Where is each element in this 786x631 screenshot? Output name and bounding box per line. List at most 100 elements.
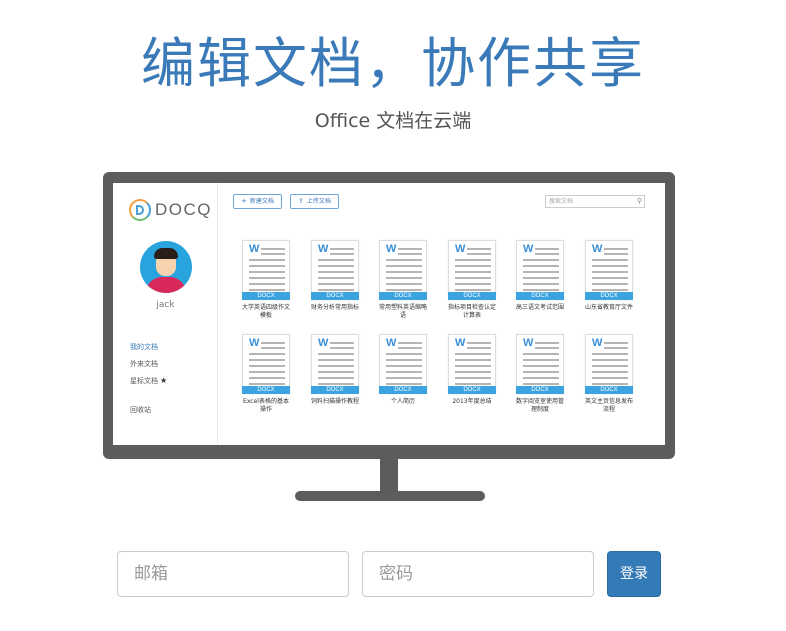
upload-icon: ⇪ [298, 197, 304, 205]
doc-title: 财务分析常用指标 [308, 304, 362, 312]
word-doc-icon: W DOCX [516, 240, 564, 300]
doc-letter: W [318, 243, 329, 255]
user-avatar [140, 241, 192, 293]
word-doc-icon: W DOCX [448, 334, 496, 394]
doc-title-line-1: 大学英语四级作文 [241, 304, 290, 311]
new-doc-button[interactable]: + 新建文档 [233, 194, 282, 209]
doc-item[interactable]: W DOCX 常用塑料英语缩略语 [376, 240, 430, 320]
doc-title-line-1: 指标项目检查认定 [447, 304, 496, 311]
doc-type-badge: DOCX [448, 386, 496, 394]
doc-search-input[interactable]: 搜索文档 ⚲ [545, 195, 645, 208]
doc-item[interactable]: W DOCX 高三语文考试范围 [513, 240, 567, 312]
doc-item[interactable]: W DOCX 2013年度总结 [445, 334, 499, 406]
doc-title-line-1: 数字阅览室使用管 [515, 398, 564, 405]
word-doc-icon: W DOCX [242, 240, 290, 300]
word-doc-icon: W DOCX [379, 334, 427, 394]
doc-title-line-2: 流程 [602, 406, 615, 413]
doc-title-line-1: 2013年度总结 [452, 398, 492, 405]
doc-type-badge: DOCX [585, 292, 633, 300]
monitor-stand-base [295, 491, 485, 501]
doc-title-line-1: 高三语文考试范围 [515, 304, 564, 311]
doc-item[interactable]: W DOCX 数字阅览室使用管 理制度 [513, 334, 567, 414]
doc-title-line-2: 语 [399, 312, 406, 319]
email-placeholder: 邮箱 [134, 564, 168, 584]
doc-type-badge: DOCX [242, 386, 290, 394]
word-doc-icon: W DOCX [585, 240, 633, 300]
hero-title: 编辑文档，协作共享 [141, 32, 645, 95]
search-placeholder: 搜索文档 [549, 198, 574, 205]
nav-starred-docs[interactable]: 星标文档 ★ [130, 376, 167, 386]
upload-doc-label: 上传文档 [306, 198, 331, 205]
login-button[interactable]: 登录 [607, 551, 661, 597]
nav-external-docs-label: 外来文档 [130, 360, 158, 368]
star-icon: ★ [160, 376, 168, 385]
doc-title: Excel表格的基本 操作 [239, 398, 293, 414]
doc-letter: W [592, 337, 603, 349]
logo-text: DOCQ [155, 200, 212, 219]
doc-letter: W [523, 337, 534, 349]
doc-letter: W [249, 337, 260, 349]
doc-title-line-1: 个人简历 [390, 398, 415, 405]
doc-type-badge: DOCX [311, 386, 359, 394]
doc-item[interactable]: W DOCX 山东省教育厅文件 [582, 240, 636, 312]
word-doc-icon: W DOCX [311, 240, 359, 300]
app-logo: DOCQ [129, 199, 212, 221]
doc-title-line-1: Excel表格的基本 [243, 398, 289, 405]
doc-type-badge: DOCX [448, 292, 496, 300]
doc-letter: W [455, 337, 466, 349]
word-doc-icon: W DOCX [379, 240, 427, 300]
doc-letter: W [386, 337, 397, 349]
doc-title-line-1: 财务分析常用指标 [310, 304, 359, 311]
doc-title: 山东省教育厅文件 [582, 304, 636, 312]
doc-letter: W [455, 243, 466, 255]
upload-doc-button[interactable]: ⇪ 上传文档 [290, 194, 339, 209]
app-screen: DOCQ jack 我的文档 外来文档 星标文档 ★ 回收站 + 新建文档 ⇪ 上传文… [113, 183, 665, 445]
doc-letter: W [592, 243, 603, 255]
doc-title-line-2: 计算表 [462, 312, 481, 319]
monitor-stand-neck [380, 458, 398, 492]
nav-external-docs[interactable]: 外来文档 [130, 359, 158, 369]
doc-title-line-1: 饲料扫描操作教程 [310, 398, 359, 405]
nav-my-docs[interactable]: 我的文档 [130, 342, 158, 352]
doc-type-badge: DOCX [516, 292, 564, 300]
doc-title: 数字阅览室使用管 理制度 [513, 398, 567, 414]
doc-title: 个人简历 [376, 398, 430, 406]
doc-item[interactable]: W DOCX 大学英语四级作文 模板 [239, 240, 293, 320]
doc-title-line-1: 英文主页信息发布 [584, 398, 633, 405]
doc-letter: W [523, 243, 534, 255]
doc-title-line-1: 常用塑料英语缩略 [378, 304, 427, 311]
doc-title: 饲料扫描操作教程 [308, 398, 362, 406]
doc-title: 大学英语四级作文 模板 [239, 304, 293, 320]
doc-type-badge: DOCX [516, 386, 564, 394]
nav-starred-docs-label: 星标文档 [130, 377, 158, 385]
doc-title: 指标项目检查认定 计算表 [445, 304, 499, 320]
doc-item[interactable]: W DOCX 指标项目检查认定 计算表 [445, 240, 499, 320]
doc-letter: W [249, 243, 260, 255]
doc-item[interactable]: W DOCX 饲料扫描操作教程 [308, 334, 362, 406]
doc-letter: W [386, 243, 397, 255]
doc-item[interactable]: W DOCX 财务分析常用指标 [308, 240, 362, 312]
app-sidebar: DOCQ jack 我的文档 外来文档 星标文档 ★ 回收站 [113, 183, 218, 445]
docq-logo-icon [129, 199, 151, 221]
password-placeholder: 密码 [379, 564, 413, 584]
word-doc-icon: W DOCX [242, 334, 290, 394]
email-field[interactable]: 邮箱 [117, 551, 349, 597]
nav-recycle-bin[interactable]: 回收站 [130, 405, 151, 415]
doc-title: 2013年度总结 [445, 398, 499, 406]
doc-title: 常用塑料英语缩略语 [376, 304, 430, 320]
doc-letter: W [318, 337, 329, 349]
username: jack [156, 300, 175, 310]
doc-type-badge: DOCX [311, 292, 359, 300]
doc-item[interactable]: W DOCX 个人简历 [376, 334, 430, 406]
search-icon: ⚲ [636, 197, 642, 205]
doc-item[interactable]: W DOCX Excel表格的基本 操作 [239, 334, 293, 414]
password-field[interactable]: 密码 [362, 551, 594, 597]
doc-title-line-2: 理制度 [530, 406, 549, 413]
hero-subtitle: Office 文档在云端 [314, 110, 472, 132]
doc-item[interactable]: W DOCX 英文主页信息发布 流程 [582, 334, 636, 414]
monitor-illustration: DOCQ jack 我的文档 外来文档 星标文档 ★ 回收站 + 新建文档 ⇪ 上传文… [103, 172, 675, 459]
nav-my-docs-label: 我的文档 [130, 343, 158, 351]
word-doc-icon: W DOCX [311, 334, 359, 394]
doc-title-line-2: 模板 [259, 312, 272, 319]
word-doc-icon: W DOCX [448, 240, 496, 300]
